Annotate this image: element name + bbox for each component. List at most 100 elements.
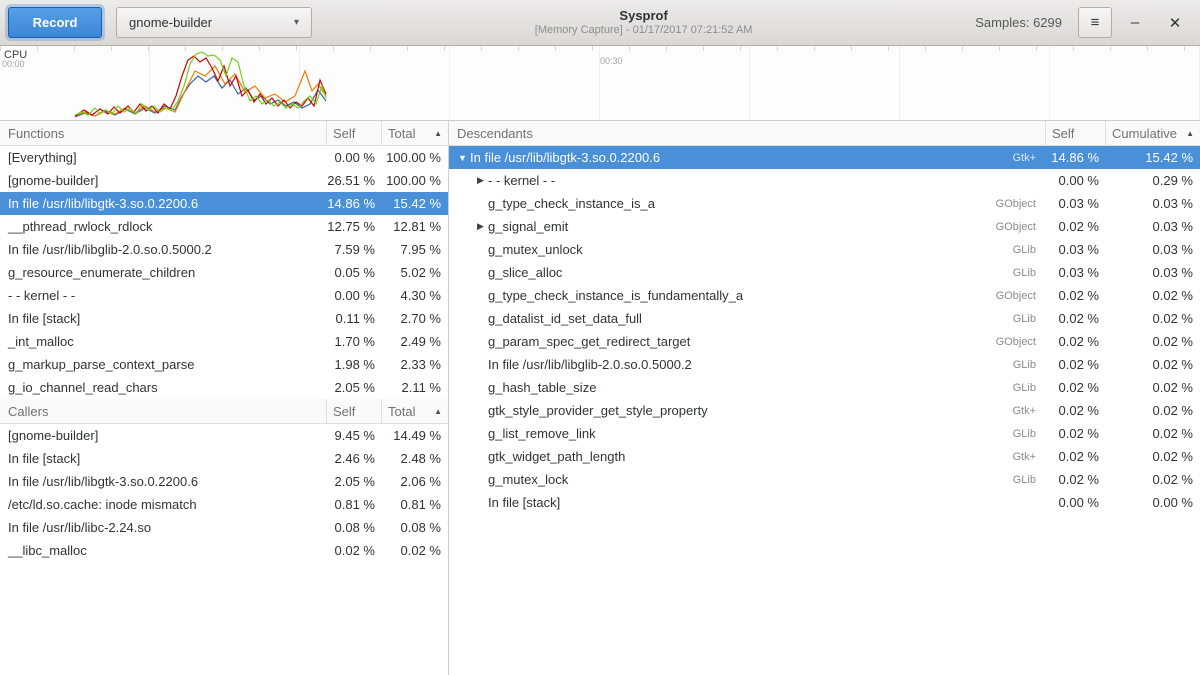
cumulative-percent: 0.00 %	[1106, 495, 1200, 510]
total-percent: 5.02 %	[382, 265, 448, 280]
function-name: g_datalist_id_set_data_full	[488, 311, 642, 326]
descendant-row[interactable]: gtk_style_provider_get_style_propertyGtk…	[449, 399, 1200, 422]
function-name: In file /usr/lib/libglib-2.0.so.0.5000.2	[0, 242, 327, 257]
cpu-timeline[interactable]: CPU 00:00 00:30	[0, 46, 1200, 121]
function-name: In file /usr/lib/libgtk-3.so.0.2200.6	[0, 196, 327, 211]
function-name: In file [stack]	[0, 311, 327, 326]
functions-self-column-header[interactable]: Self	[327, 121, 382, 145]
descendant-row[interactable]: g_param_spec_get_redirect_targetGObject0…	[449, 330, 1200, 353]
descendant-name-cell: gtk_widget_path_length Gtk+	[449, 449, 1046, 464]
functions-column-header[interactable]: Functions	[0, 121, 327, 145]
library-tag: Gtk+	[1012, 451, 1046, 463]
descendants-self-column-header[interactable]: Self	[1046, 121, 1106, 145]
function-name: In file /usr/lib/libc-2.24.so	[0, 520, 327, 535]
descendant-row[interactable]: In file [stack]0.00 %0.00 %	[449, 491, 1200, 514]
caller-row[interactable]: In file [stack]2.46 %2.48 %	[0, 447, 448, 470]
function-row[interactable]: _int_malloc1.70 %2.49 %	[0, 330, 448, 353]
expander-right-icon[interactable]: ▶	[473, 175, 488, 186]
descendant-name-cell: g_slice_allocGLib	[449, 265, 1046, 280]
descendant-row[interactable]: g_slice_allocGLib0.03 %0.03 %	[449, 261, 1200, 284]
close-button[interactable]: ✕	[1158, 7, 1192, 38]
descendant-row[interactable]: In file /usr/lib/libglib-2.0.so.0.5000.2…	[449, 353, 1200, 376]
window-title: Sysprof	[312, 8, 975, 24]
descendant-row[interactable]: gtk_widget_path_lengthGtk+0.02 %0.02 %	[449, 445, 1200, 468]
target-selector-dropdown[interactable]: gnome-builder ▾	[116, 7, 312, 38]
minimize-button[interactable]: –	[1118, 7, 1152, 38]
descendant-row[interactable]: g_datalist_id_set_data_fullGLib0.02 %0.0…	[449, 307, 1200, 330]
self-percent: 0.02 %	[1046, 426, 1106, 441]
descendant-name-cell: g_mutex_unlockGLib	[449, 242, 1046, 257]
expander-down-icon[interactable]: ▼	[455, 153, 470, 163]
descendants-cumulative-column-header[interactable]: Cumulative ▲	[1106, 121, 1200, 145]
cumulative-percent: 0.03 %	[1106, 242, 1200, 257]
descendant-row[interactable]: g_mutex_lockGLib0.02 %0.02 %	[449, 468, 1200, 491]
self-percent: 0.00 %	[327, 150, 382, 165]
function-name: g_mutex_lock	[488, 472, 568, 487]
cumulative-percent: 0.02 %	[1106, 311, 1200, 326]
total-percent: 7.95 %	[382, 242, 448, 257]
self-percent: 0.02 %	[1046, 311, 1106, 326]
expander-right-icon[interactable]: ▶	[473, 221, 488, 232]
total-percent: 2.11 %	[382, 380, 448, 395]
total-percent: 2.49 %	[382, 334, 448, 349]
self-percent: 0.02 %	[1046, 288, 1106, 303]
self-percent: 9.45 %	[327, 428, 382, 443]
self-percent: 0.02 %	[1046, 357, 1106, 372]
function-row[interactable]: [gnome-builder]26.51 %100.00 %	[0, 169, 448, 192]
caller-row[interactable]: In file /usr/lib/libgtk-3.so.0.2200.62.0…	[0, 470, 448, 493]
function-name: /etc/ld.so.cache: inode mismatch	[0, 497, 327, 512]
callers-total-label: Total	[388, 404, 415, 419]
descendant-row[interactable]: g_hash_table_sizeGLib0.02 %0.02 %	[449, 376, 1200, 399]
function-row[interactable]: __pthread_rwlock_rdlock12.75 %12.81 %	[0, 215, 448, 238]
function-name: gtk_style_provider_get_style_property	[488, 403, 708, 418]
function-row[interactable]: g_resource_enumerate_children0.05 %5.02 …	[0, 261, 448, 284]
caller-row[interactable]: [gnome-builder]9.45 %14.49 %	[0, 424, 448, 447]
descendant-name-cell: g_type_check_instance_is_fundamentally_a…	[449, 288, 1046, 303]
record-button[interactable]: Record	[8, 7, 102, 38]
library-tag: GLib	[1013, 267, 1046, 279]
caller-row[interactable]: In file /usr/lib/libc-2.24.so0.08 %0.08 …	[0, 516, 448, 539]
self-percent: 7.59 %	[327, 242, 382, 257]
descendant-name-cell: g_datalist_id_set_data_fullGLib	[449, 311, 1046, 326]
function-row[interactable]: In file /usr/lib/libgtk-3.so.0.2200.614.…	[0, 192, 448, 215]
cumulative-percent: 0.02 %	[1106, 380, 1200, 395]
library-tag: GLib	[1013, 359, 1046, 371]
callers-self-column-header[interactable]: Self	[327, 399, 382, 423]
self-percent: 2.46 %	[327, 451, 382, 466]
function-row[interactable]: In file [stack]0.11 %2.70 %	[0, 307, 448, 330]
caller-row[interactable]: __libc_malloc0.02 %0.02 %	[0, 539, 448, 562]
descendants-column-header[interactable]: Descendants	[449, 121, 1046, 145]
function-row[interactable]: g_io_channel_read_chars2.05 %2.11 %	[0, 376, 448, 399]
callers-column-header[interactable]: Callers	[0, 399, 327, 423]
descendant-row[interactable]: g_type_check_instance_is_aGObject0.03 %0…	[449, 192, 1200, 215]
function-row[interactable]: g_markup_parse_context_parse1.98 %2.33 %	[0, 353, 448, 376]
function-name: g_io_channel_read_chars	[0, 380, 327, 395]
descendant-row[interactable]: g_list_remove_linkGLib0.02 %0.02 %	[449, 422, 1200, 445]
function-row[interactable]: In file /usr/lib/libglib-2.0.so.0.5000.2…	[0, 238, 448, 261]
self-percent: 0.00 %	[1046, 495, 1106, 510]
self-percent: 1.98 %	[327, 357, 382, 372]
menu-button[interactable]: ≡	[1078, 7, 1112, 38]
functions-total-column-header[interactable]: Total ▲	[382, 121, 448, 145]
descendant-row[interactable]: ▼In file /usr/lib/libgtk-3.so.0.2200.6Gt…	[449, 146, 1200, 169]
cumulative-percent: 0.03 %	[1106, 265, 1200, 280]
function-name: gtk_widget_path_length	[488, 449, 625, 464]
self-percent: 0.03 %	[1046, 196, 1106, 211]
left-pane: Functions Self Total ▲ [Everything]0.00 …	[0, 121, 449, 675]
library-tag: GLib	[1013, 474, 1046, 486]
descendant-row[interactable]: g_mutex_unlockGLib0.03 %0.03 %	[449, 238, 1200, 261]
descendant-row[interactable]: g_type_check_instance_is_fundamentally_a…	[449, 284, 1200, 307]
function-name: [gnome-builder]	[0, 173, 327, 188]
callers-table: [gnome-builder]9.45 %14.49 %In file [sta…	[0, 424, 448, 562]
descendant-row[interactable]: ▶g_signal_emitGObject0.02 %0.03 %	[449, 215, 1200, 238]
descendant-name-cell: g_param_spec_get_redirect_targetGObject	[449, 334, 1046, 349]
function-row[interactable]: [Everything]0.00 %100.00 %	[0, 146, 448, 169]
callers-total-column-header[interactable]: Total ▲	[382, 399, 448, 423]
cumulative-percent: 0.02 %	[1106, 449, 1200, 464]
function-name: __pthread_rwlock_rdlock	[0, 219, 327, 234]
caller-row[interactable]: /etc/ld.so.cache: inode mismatch0.81 %0.…	[0, 493, 448, 516]
descendant-name-cell: gtk_style_provider_get_style_propertyGtk…	[449, 403, 1046, 418]
descendant-row[interactable]: ▶- - kernel - -0.00 %0.29 %	[449, 169, 1200, 192]
function-row[interactable]: - - kernel - -0.00 %4.30 %	[0, 284, 448, 307]
function-name: g_signal_emit	[488, 219, 568, 234]
